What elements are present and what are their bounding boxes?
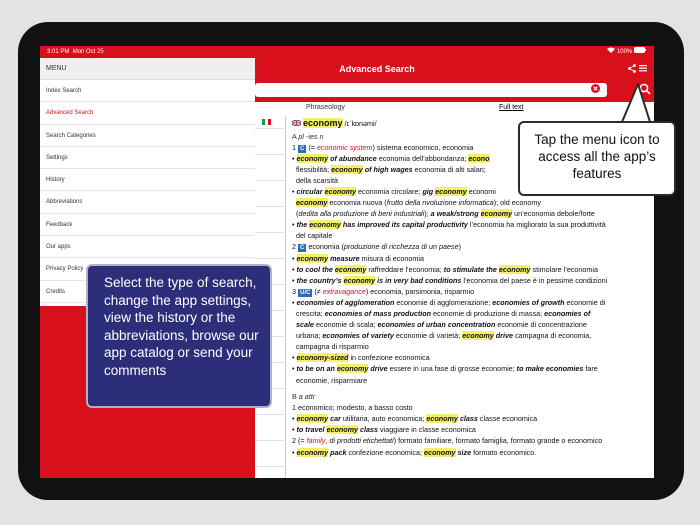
example: • to cool the economy raffreddare l’econ… (292, 264, 598, 274)
example: economie, risparmiare (292, 375, 368, 385)
section-b: B a attr (292, 392, 316, 402)
menu-item-search-categories[interactable]: Search Categories (40, 125, 255, 147)
battery-icon (634, 47, 646, 53)
menu-icon[interactable] (639, 64, 647, 72)
sense-1: 1 economico; modesto, a basso costo (292, 403, 413, 413)
search-icon[interactable] (639, 83, 651, 95)
menu-header: MENU (40, 58, 255, 80)
example: scale economie di scala; economies of ur… (296, 320, 587, 330)
menu-item-history[interactable]: History (40, 169, 255, 192)
example: (dedita alla produzione di beni industri… (292, 209, 595, 219)
example: campagna di risparmio (292, 342, 369, 352)
tab-phraseology[interactable]: Phraseology (306, 104, 345, 111)
headword: economy (303, 118, 343, 128)
menu-item-our-apps[interactable]: Our apps (40, 236, 255, 259)
menu-item-abbreviations[interactable]: Abbreviations (40, 191, 255, 214)
result-tabs: Phraseology Full text (255, 102, 654, 116)
example: • to travel economy class viaggiare in c… (292, 425, 476, 435)
example: • economy car utilitaria, auto economica… (292, 414, 538, 424)
example: • economy-sized in confezione economica (292, 353, 430, 363)
example: urbana; economies of variety economie di… (292, 331, 592, 341)
status-time: 3:01 PM Mon Oct 25 (47, 49, 104, 55)
example: • to be on an economy drive essere in un… (292, 364, 598, 374)
example: • economy measure misura di economia (292, 253, 424, 263)
example: • economies of agglomeration economie di… (292, 297, 606, 307)
example: • economy pack confezione economica; eco… (292, 447, 537, 457)
share-icon[interactable] (628, 64, 636, 73)
italian-flag-icon (262, 119, 271, 125)
callout-menu-hint: Tap the menu icon to access all the app’… (518, 121, 676, 196)
example: crescita; economies of mass production e… (292, 309, 591, 318)
clear-icon[interactable] (591, 84, 600, 93)
example: economy economia nuova (frutto della riv… (296, 198, 541, 208)
example: del capitale (292, 231, 333, 241)
menu-item-settings[interactable]: Settings (40, 147, 255, 170)
sense-2: 2 C economia (produzione di ricchezza di… (292, 242, 461, 253)
sense-3: 3 U/C (≠ extravagance) economia, parsimo… (292, 286, 475, 297)
example: • the economy has improved its capital p… (292, 220, 606, 230)
pronunciation: /ɪˈkɒnəmi/ (344, 119, 377, 128)
menu-item-index-search[interactable]: Index Search (40, 80, 255, 103)
status-battery: 100% (607, 46, 646, 58)
search-input[interactable] (255, 83, 607, 97)
menu-item-advanced-search[interactable]: Advanced Search (40, 102, 255, 125)
status-bar: 3:01 PM Mon Oct 25 100% (40, 46, 654, 58)
menu-item-feedback[interactable]: Feedback (40, 214, 255, 237)
app-screen: 3:01 PM Mon Oct 25 100% Advanced Search … (40, 46, 654, 478)
tab-full-text[interactable]: Full text (499, 104, 524, 111)
callout-menu-features: Select the type of search, change the ap… (86, 264, 272, 408)
wifi-icon (607, 47, 616, 53)
sense-2: 2 (= family, di prodotti etichettati) fo… (292, 436, 603, 446)
example: • the country’s economy is in very bad c… (292, 275, 608, 285)
uk-flag-icon (291, 119, 302, 127)
